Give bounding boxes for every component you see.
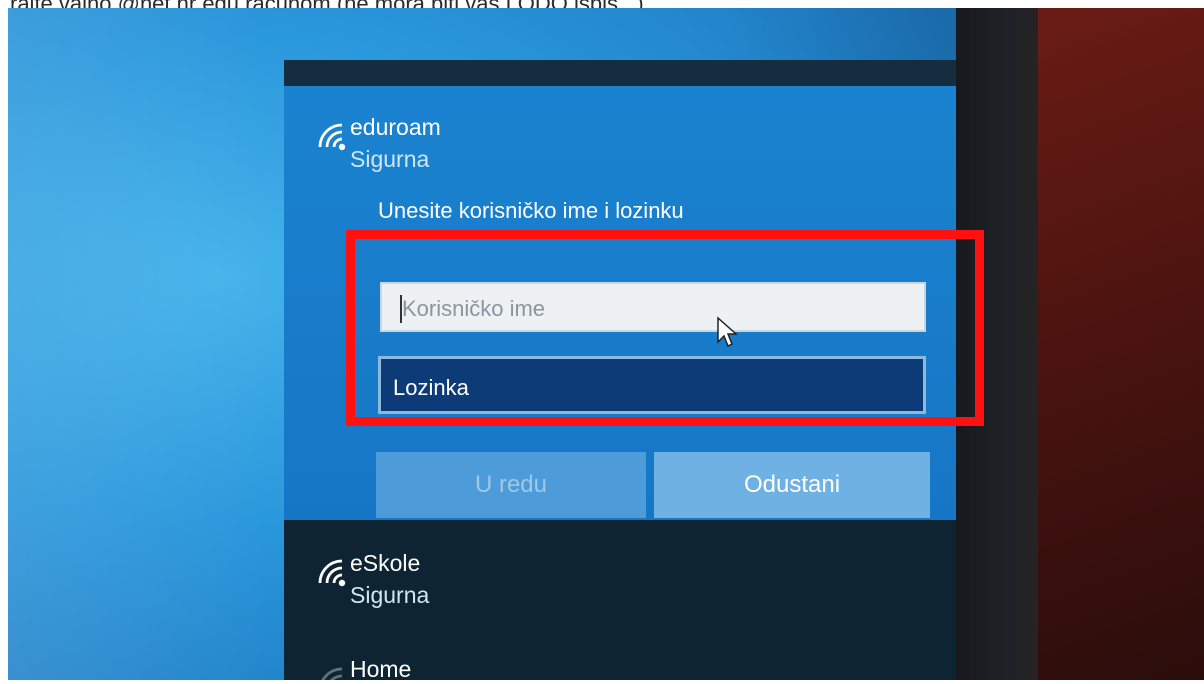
wifi-icon [318, 123, 346, 151]
ok-button[interactable]: U redu [376, 452, 646, 518]
wifi-icon [318, 559, 346, 587]
cancel-button[interactable]: Odustani [654, 452, 930, 518]
flyout-header-strip [284, 60, 956, 86]
network-item-eskole[interactable]: eSkole Sigurna [284, 520, 956, 630]
network-name: Home [350, 656, 412, 680]
network-item-home[interactable]: Home [284, 630, 956, 680]
wifi-icon [321, 667, 343, 680]
network-status: Sigurna [350, 146, 430, 172]
credentials-prompt: Unesite korisničko ime i lozinku [378, 198, 684, 223]
top-strip: rajte vajno @net.hr edu računom (ne mora… [0, 0, 1204, 9]
red-highlight-box [346, 230, 984, 426]
network-name: eduroam [350, 114, 441, 140]
network-name: eSkole [350, 550, 421, 576]
mouse-pointer-icon [717, 316, 738, 348]
network-status: Sigurna [350, 582, 430, 608]
background-wall [1038, 8, 1204, 680]
